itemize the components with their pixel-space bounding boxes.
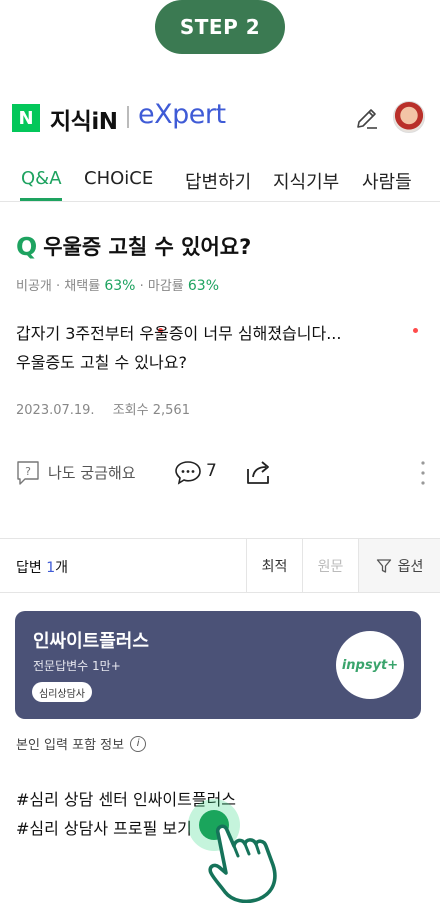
info-label: 본인 입력 포함 정보	[16, 738, 125, 753]
app-header: N 지식iN eXpert	[0, 96, 440, 142]
sort-best-button[interactable]: 최적	[246, 539, 302, 592]
views-count: 2,561	[152, 403, 190, 418]
tap-hand-icon	[188, 799, 277, 903]
question-mark-icon: Q	[16, 231, 38, 261]
visibility-label: 비공개	[16, 279, 52, 294]
answer-count: 1	[46, 560, 56, 576]
expert-logo[interactable]: eXpert	[138, 99, 226, 130]
tab-donation[interactable]: 지식기부	[273, 168, 339, 194]
comment-count: 7	[206, 461, 217, 481]
svg-text:?: ?	[25, 465, 31, 478]
answer-count-label: 답변 1개	[16, 557, 68, 577]
share-icon[interactable]	[244, 458, 274, 486]
question-bubble-icon[interactable]: ?	[16, 460, 40, 486]
main-tabs: Q&A CHOiCE 답변하기 지식기부 사람들	[0, 160, 440, 333]
brand-divider	[127, 106, 129, 128]
question-date-row: 2023.07.19. 조회수 2,561	[16, 399, 190, 418]
tab-choice[interactable]: CHOiCE	[84, 168, 153, 189]
close-label: 마감률	[147, 279, 184, 294]
question-title-row: Q 우울증 고칠 수 있어요?	[16, 231, 251, 261]
comment-icon[interactable]	[174, 459, 202, 485]
question-meta: 비공개 · 채택률 63% · 마감률 63%	[16, 278, 220, 294]
active-tab-indicator	[20, 198, 62, 201]
tab-qna[interactable]: Q&A	[21, 168, 62, 189]
options-label: 옵션	[397, 558, 424, 575]
curious-button[interactable]: 나도 궁금해요	[48, 462, 136, 483]
tab-people[interactable]: 사람들	[362, 168, 412, 194]
naver-logo[interactable]: N	[12, 104, 40, 132]
views-label: 조회수	[112, 403, 149, 418]
hashtag-profile[interactable]: #심리 상담사 프로필 보기	[16, 815, 192, 839]
step-badge: STEP 2	[155, 0, 285, 54]
expert-profile-card[interactable]: 인싸이트플러스 전문답변수 1만+ 심리상담사 inpsyt+	[15, 611, 421, 719]
answer-label: 답변	[16, 560, 42, 576]
pencil-icon[interactable]	[354, 106, 380, 132]
question-actions: ? 나도 궁금해요 7	[0, 452, 440, 492]
new-dot-people	[413, 328, 418, 333]
question-date: 2023.07.19.	[16, 403, 95, 418]
more-vertical-icon[interactable]	[420, 460, 426, 486]
info-row: 본인 입력 포함 정보 i	[16, 734, 147, 753]
kin-logo[interactable]: 지식iN	[50, 102, 118, 136]
expert-answer-count: 전문답변수 1만+	[33, 659, 121, 673]
close-rate: 63%	[187, 278, 220, 294]
expert-name: 인싸이트플러스	[33, 631, 149, 652]
adopt-label: 채택률	[64, 279, 101, 294]
info-icon[interactable]: i	[130, 735, 147, 752]
sort-original-button[interactable]: 원문	[302, 539, 358, 592]
options-button[interactable]: 옵션	[358, 539, 440, 592]
question-body-line-1: 갑자기 3주전부터 우울증이 너무 심해졌습니다...	[16, 324, 342, 343]
adopt-rate: 63%	[104, 278, 136, 294]
answer-unit: 개	[55, 560, 69, 576]
question-body-line-2: 우울증도 고칠 수 있나요?	[16, 353, 187, 372]
expert-badge: 심리상담사	[32, 682, 92, 702]
answer-toolbar: 답변 1개 최적 원문 옵션	[0, 538, 440, 593]
filter-icon	[376, 558, 391, 573]
question-title: 우울증 고칠 수 있어요?	[43, 235, 252, 259]
expert-logo-image: inpsyt+	[336, 631, 404, 699]
tab-answer[interactable]: 답변하기	[185, 168, 251, 194]
user-avatar[interactable]	[393, 101, 425, 133]
